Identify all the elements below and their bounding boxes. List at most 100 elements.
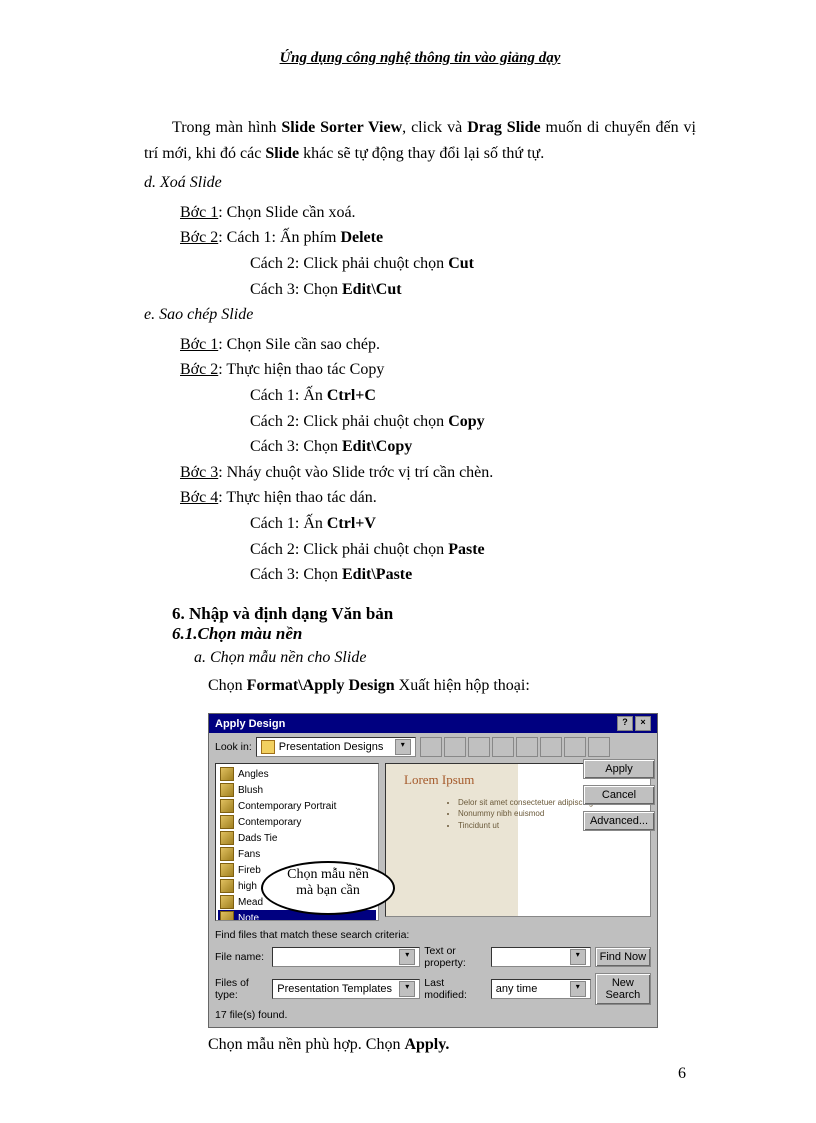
intro-paragraph: Trong màn hình Slide Sorter View, click … [144,115,696,166]
commands-icon[interactable] [588,737,610,757]
substep: Cách 1: Ấn Ctrl+V [250,511,696,537]
step-row: Bớc 1: Chọn Sile cần sao chép. [180,332,696,358]
text-bold: Slide [265,145,299,162]
text: Cách 2: Click phải chuột chọn [250,255,448,272]
list-item[interactable]: Angles [218,766,376,782]
textprop-label: Text or property: [424,945,486,969]
callout-bubble: Chọn mẫu nền mà bạn cần [261,861,395,915]
menu-name: Paste [448,541,484,558]
list-item[interactable]: Blush [218,782,376,798]
section-d-heading: d. Xoá Slide [144,170,696,196]
filetype-value: Presentation Templates [277,983,392,995]
lookin-value: Presentation Designs [279,741,384,753]
page-header: Ứng dụng công nghệ thông tin vào giảng d… [144,50,696,67]
text-bold: Drag Slide [467,119,540,136]
close-icon[interactable]: × [635,716,651,731]
details-view-icon[interactable] [516,737,538,757]
new-search-button[interactable]: New Search [595,973,651,1005]
toolbar-icons [420,737,610,757]
filename-label: File name: [215,951,268,963]
substep: Cách 3: Chọn Edit\Copy [250,434,696,460]
text: Cách 2: Click phải chuột chọn [250,413,448,430]
preview-icon[interactable] [564,737,586,757]
button-name: Apply. [404,1036,449,1053]
properties-icon[interactable] [540,737,562,757]
file-icon [220,863,234,877]
step-text: : Thực hiện thao tác dán. [218,489,377,506]
chevron-down-icon: ▾ [395,739,411,755]
text: , click và [402,119,467,136]
step-row: Bớc 2: Cách 1: Ấn phím Delete [180,225,696,251]
callout-line: mà bạn cần [296,883,360,898]
section-e-heading: e. Sao chép Slide [144,302,696,328]
find-now-button[interactable]: Find Now [595,947,651,967]
key-name: Ctrl+V [327,515,376,532]
text: Chọn mẫu nền phù hợp. Chọn [208,1036,404,1053]
advanced-button[interactable]: Advanced... [583,811,655,831]
folder-icon [261,740,275,754]
lookin-label: Look in: [215,741,252,753]
file-icon [220,783,234,797]
step-label: Bớc 1 [180,336,218,353]
step-label: Bớc 3 [180,464,218,481]
substep: Cách 2: Click phải chuột chọn Copy [250,409,696,435]
lastmod-dropdown[interactable]: any time▾ [491,979,591,999]
text: Xuất hiện hộp thoại: [395,677,530,694]
found-count: 17 file(s) found. [215,1009,651,1021]
lookin-dropdown[interactable]: Presentation Designs ▾ [256,737,416,757]
page-number: 6 [678,1065,686,1083]
list-item[interactable]: Contemporary [218,814,376,830]
substep: Cách 2: Click phải chuột chọn Paste [250,537,696,563]
file-icon [220,815,234,829]
list-item[interactable]: Fans [218,846,376,862]
step-label: Bớc 4 [180,489,218,506]
chevron-down-icon: ▾ [399,981,415,997]
up-folder-icon[interactable] [420,737,442,757]
key-name: Delete [340,229,383,246]
textprop-input[interactable]: ▾ [491,947,591,967]
list-view-icon[interactable] [492,737,514,757]
file-icon [220,767,234,781]
text-bold: Slide Sorter View [281,119,402,136]
substep: Cách 2: Click phải chuột chọn Cut [250,251,696,277]
filetype-label: Files of type: [215,977,268,1001]
heading-6-1-a: a. Chọn mẫu nền cho Slide [194,644,696,673]
substep: Cách 3: Chọn Edit\Paste [250,562,696,588]
dialog-titlebar: Apply Design ? × [209,714,657,733]
file-icon [220,847,234,861]
step-row: Bớc 2: Thực hiện thao tác Copy [180,357,696,383]
heading-6-1: 6.1.Chọn màu nền [172,624,696,644]
step-text: : Nháy chuột vào Slide trớc vị trí cần c… [218,464,493,481]
cancel-button[interactable]: Cancel [583,785,655,805]
step-text: : Thực hiện thao tác Copy [218,361,384,378]
list-item[interactable]: Dads Tie [218,830,376,846]
dialog-title: Apply Design [215,718,285,730]
file-icon [220,879,234,893]
text: Cách 3: Chọn [250,566,342,583]
step-label: Bớc 2 [180,361,218,378]
substep: Cách 3: Chọn Edit\Cut [250,277,696,303]
list-item[interactable]: Contemporary Portrait [218,798,376,814]
file-icon [220,895,234,909]
help-icon[interactable]: ? [617,716,633,731]
lastmod-label: Last modified: [424,977,486,1001]
menu-name: Format\Apply Design [247,677,395,694]
file-icon [220,911,234,921]
filetype-dropdown[interactable]: Presentation Templates ▾ [272,979,420,999]
chevron-down-icon: ▾ [399,949,415,965]
apply-button[interactable]: Apply [583,759,655,779]
filename-input[interactable]: ▾ [272,947,420,967]
lastmod-value: any time [496,983,538,995]
favorites-icon[interactable] [444,737,466,757]
text: khác sẽ tự động thay đổi lại số thứ tự. [299,145,544,162]
file-icon [220,831,234,845]
callout-line: Chọn mẫu nền [287,867,369,882]
search-header: Find files that match these search crite… [215,929,651,941]
step-row: Bớc 4: Thực hiện thao tác dán. [180,485,696,511]
new-folder-icon[interactable] [468,737,490,757]
text: Cách 3: Chọn [250,438,342,455]
menu-name: Edit\Cut [342,281,402,298]
text: Cách 1: Ấn [250,387,327,404]
after-dialog-text: Chọn mẫu nền phù hợp. Chọn Apply. [208,1036,696,1054]
text: Cách 2: Click phải chuột chọn [250,541,448,558]
